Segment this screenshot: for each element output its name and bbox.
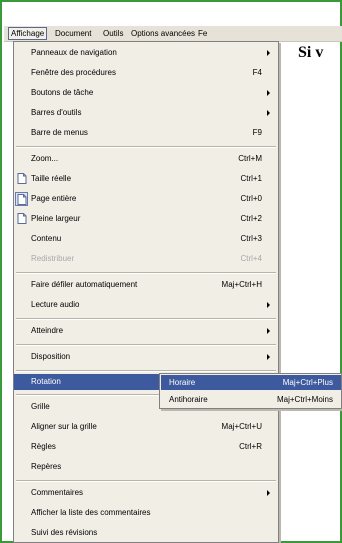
menu-item-label: Rotation [31,377,61,386]
menu-item-regles[interactable]: Règles Ctrl+R [14,439,278,455]
menu-item-boutons-tache[interactable]: Boutons de tâche [14,85,278,101]
menu-item-label: Barre de menus [31,128,88,137]
menu-item-label: Commentaires [31,488,84,497]
menu-separator [16,146,276,148]
submenu-item-shortcut: Maj+Ctrl+Moins [276,395,333,404]
menu-separator [16,480,276,482]
menu-document[interactable]: Document [53,28,93,39]
menu-item-label: Repères [31,462,62,471]
menu-fenetre[interactable]: Fe [196,28,209,39]
affichage-dropdown-menu: Panneaux de navigation Fenêtre des procé… [13,41,279,543]
menu-item-redistribuer: Redistribuer Ctrl+4 [14,251,278,267]
menu-outils[interactable]: Outils [101,28,125,39]
rotation-submenu: Horaire Maj+Ctrl+Plus Antihoraire Maj+Ct… [159,373,342,409]
submenu-item-horaire[interactable]: Horaire Maj+Ctrl+Plus [161,375,341,390]
menu-item-shortcut: Ctrl+M [238,154,262,163]
menu-item-shortcut: Ctrl+1 [240,174,262,183]
submenu-arrow-icon [267,50,270,56]
submenu-arrow-icon [267,328,270,334]
menu-separator [16,318,276,320]
page-icon [17,213,27,224]
menu-item-shortcut: F9 [252,128,262,137]
menu-options-avancees[interactable]: Options avancées [129,28,197,39]
menu-item-panneaux-navigation[interactable]: Panneaux de navigation [14,45,278,61]
menu-item-label: Lecture audio [31,300,80,309]
menu-item-label: Redistribuer [31,254,75,263]
menu-item-label: Faire défiler automatiquement [31,280,138,289]
menu-item-page-entiere[interactable]: Page entière Ctrl+0 [14,191,278,207]
menu-item-taille-reelle[interactable]: Taille réelle Ctrl+1 [14,171,278,187]
submenu-item-label: Antihoraire [169,395,208,404]
menu-item-reperes[interactable]: Repères [14,459,278,475]
menu-item-label: Panneaux de navigation [31,48,117,57]
menu-item-label: Taille réelle [31,174,72,183]
page-icon [15,192,28,206]
menu-item-label: Contenu [31,234,62,243]
menu-item-label: Disposition [31,352,71,361]
menu-item-aligner-grille[interactable]: Aligner sur la grille Maj+Ctrl+U [14,419,278,435]
menu-item-zoom[interactable]: Zoom... Ctrl+M [14,151,278,167]
menu-item-shortcut: Ctrl+4 [240,254,262,263]
submenu-item-label: Horaire [169,378,196,387]
menu-item-suivi-revisions[interactable]: Suivi des révisions [14,525,278,541]
menu-item-label: Grille [31,402,50,411]
menu-item-label: Atteindre [31,326,64,335]
menu-item-label: Règles [31,442,56,451]
menu-item-lecture-audio[interactable]: Lecture audio [14,297,278,313]
menu-item-label: Page entière [31,194,77,203]
menu-bar: Affichage Document Outils Options avancé… [4,26,342,42]
menu-item-shortcut: Ctrl+R [239,442,262,451]
submenu-item-antihoraire[interactable]: Antihoraire Maj+Ctrl+Moins [161,392,341,407]
background-text: Si v [298,44,324,61]
menu-item-pleine-largeur[interactable]: Pleine largeur Ctrl+2 [14,211,278,227]
menu-item-label: Afficher la liste des commentaires [31,508,151,517]
menu-item-shortcut: Ctrl+0 [240,194,262,203]
submenu-arrow-icon [267,110,270,116]
menu-item-disposition[interactable]: Disposition [14,349,278,365]
menu-item-shortcut: Ctrl+3 [240,234,262,243]
submenu-arrow-icon [267,90,270,96]
menu-separator [16,272,276,274]
menu-separator [16,344,276,346]
menu-item-label: Pleine largeur [31,214,81,223]
submenu-arrow-icon [267,490,270,496]
menu-item-barres-outils[interactable]: Barres d'outils [14,105,278,121]
menu-item-shortcut: Maj+Ctrl+U [221,422,262,431]
menu-item-liste-commentaires[interactable]: Afficher la liste des commentaires [14,505,278,521]
menu-item-contenu[interactable]: Contenu Ctrl+3 [14,231,278,247]
menu-item-label: Suivi des révisions [31,528,98,537]
menu-affichage[interactable]: Affichage [8,27,48,40]
menu-item-atteindre[interactable]: Atteindre [14,323,278,339]
submenu-item-shortcut: Maj+Ctrl+Plus [282,378,333,387]
menu-item-shortcut: Maj+Ctrl+H [221,280,262,289]
menu-item-fenetre-procedures[interactable]: Fenêtre des procédures F4 [14,65,278,81]
menu-item-label: Boutons de tâche [31,88,94,97]
menu-item-barre-menus[interactable]: Barre de menus F9 [14,125,278,141]
menu-item-label: Zoom... [31,154,59,163]
page-icon [17,173,27,184]
menu-item-defilement-auto[interactable]: Faire défiler automatiquement Maj+Ctrl+H [14,277,278,293]
menu-item-shortcut: F4 [252,68,262,77]
submenu-arrow-icon [267,302,270,308]
menu-item-label: Aligner sur la grille [31,422,97,431]
menu-item-label: Fenêtre des procédures [31,68,116,77]
menu-item-commentaires[interactable]: Commentaires [14,485,278,501]
menu-separator [16,370,276,372]
menu-item-shortcut: Ctrl+2 [240,214,262,223]
submenu-arrow-icon [267,354,270,360]
menu-item-label: Barres d'outils [31,108,82,117]
